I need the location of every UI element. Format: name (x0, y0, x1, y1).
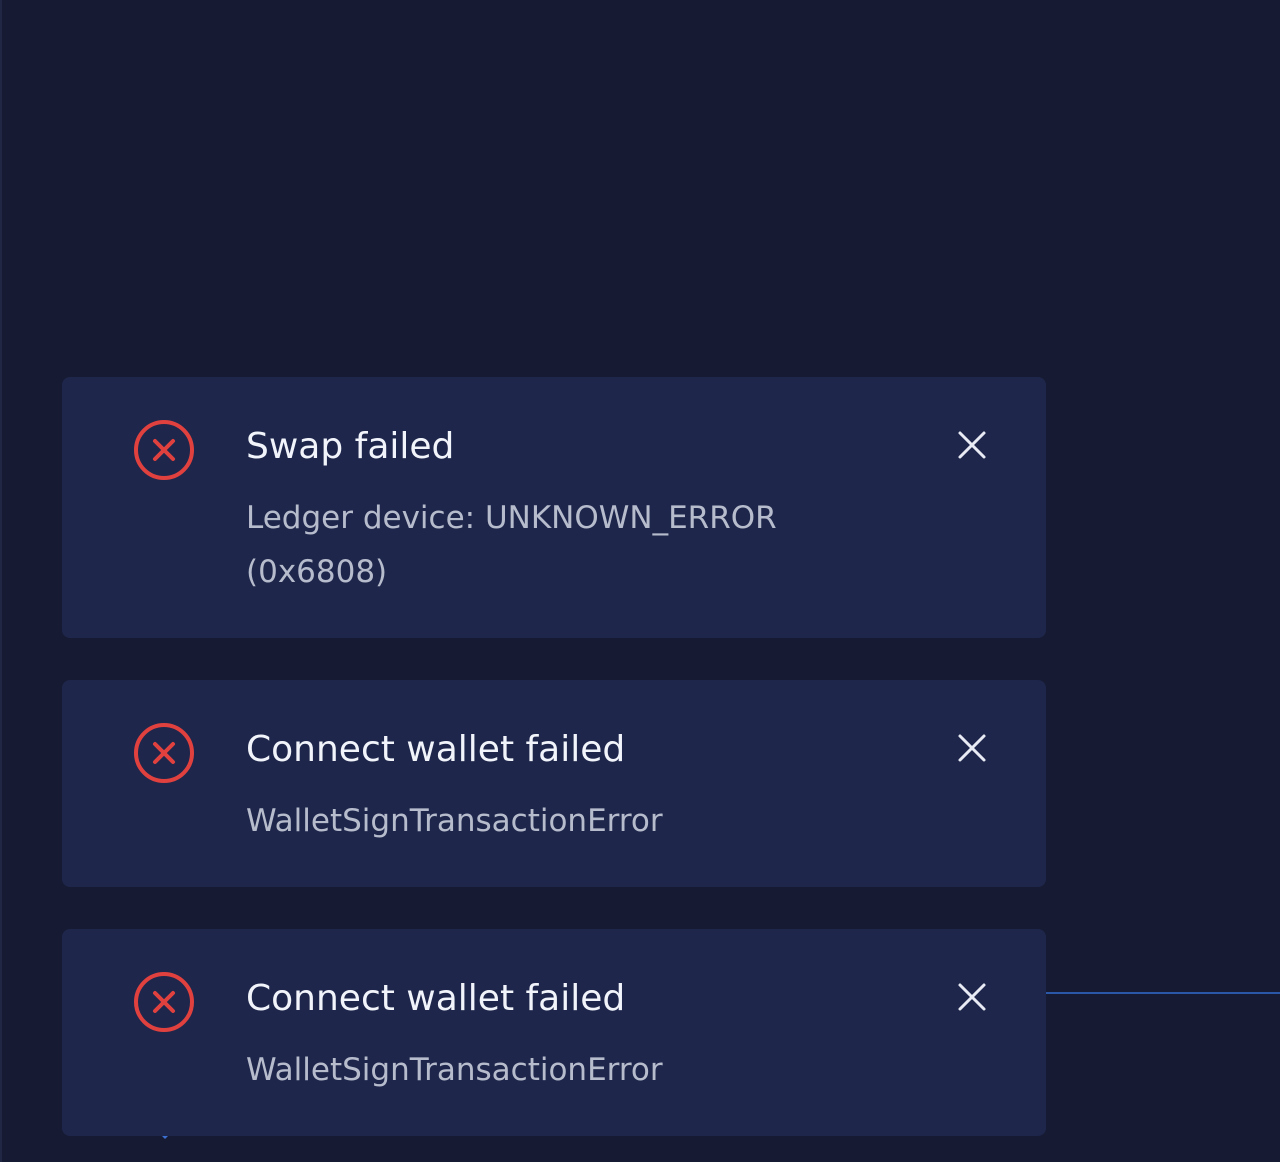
toast-message: Ledger device: UNKNOWN_ERROR (0x6808) (246, 500, 777, 590)
close-icon[interactable] (950, 726, 994, 770)
toast-title: Connect wallet failed (246, 978, 626, 1019)
left-panel-edge (0, 0, 2, 1162)
toast-message: WalletSignTransactionError (246, 1052, 663, 1088)
error-toast: Swap failed Ledger device: UNKNOWN_ERROR… (62, 377, 1046, 638)
error-circle-x-icon (133, 722, 195, 784)
page: Swap failed Ledger device: UNKNOWN_ERROR… (0, 0, 1280, 1162)
close-icon[interactable] (950, 975, 994, 1019)
error-toast: Connect wallet failed WalletSignTransact… (62, 680, 1046, 887)
close-icon[interactable] (950, 423, 994, 467)
background-divider-line (1046, 992, 1280, 994)
error-toast: Connect wallet failed WalletSignTransact… (62, 929, 1046, 1136)
error-circle-x-icon (133, 971, 195, 1033)
error-circle-x-icon (133, 419, 195, 481)
toast-title: Swap failed (246, 426, 455, 467)
toast-message: WalletSignTransactionError (246, 803, 663, 839)
toast-title: Connect wallet failed (246, 729, 626, 770)
